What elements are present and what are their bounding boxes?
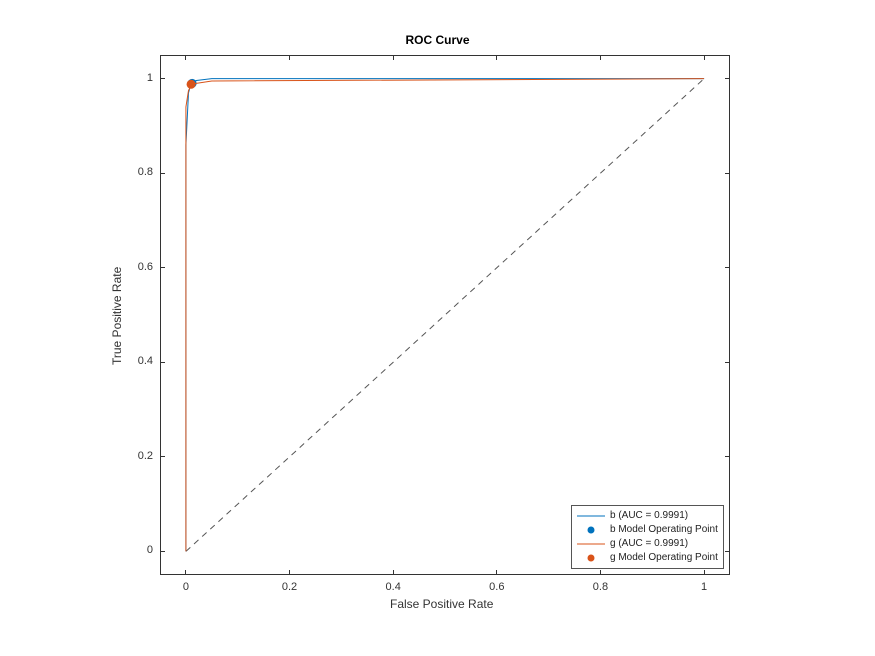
x-tick bbox=[393, 570, 394, 575]
x-tick-label: 0 bbox=[166, 581, 206, 593]
y-tick bbox=[160, 267, 165, 268]
legend: b (AUC = 0.9991)b Model Operating Pointg… bbox=[571, 505, 724, 569]
legend-entry: b (AUC = 0.9991) bbox=[577, 509, 718, 523]
plot-svg bbox=[0, 0, 875, 656]
x-tick-label: 1 bbox=[684, 581, 724, 593]
y-tick-right bbox=[725, 362, 730, 363]
legend-label: b Model Operating Point bbox=[610, 523, 718, 537]
y-tick bbox=[160, 362, 165, 363]
x-tick-top bbox=[600, 55, 601, 60]
y-tick-right bbox=[725, 267, 730, 268]
y-tick-label: 0.8 bbox=[115, 166, 153, 178]
figure: ROC Curve 00.20.40.60.8100.20.40.60.81 F… bbox=[0, 0, 875, 656]
legend-entry: b Model Operating Point bbox=[577, 523, 718, 537]
x-tick bbox=[289, 570, 290, 575]
x-tick-top bbox=[393, 55, 394, 60]
legend-entry: g Model Operating Point bbox=[577, 551, 718, 565]
y-tick bbox=[160, 173, 165, 174]
y-tick-right bbox=[725, 456, 730, 457]
x-tick-label: 0.4 bbox=[373, 581, 413, 593]
x-tick-label: 0.2 bbox=[270, 581, 310, 593]
y-tick-right bbox=[725, 173, 730, 174]
x-tick-label: 0.8 bbox=[580, 581, 620, 593]
y-tick bbox=[160, 551, 165, 552]
x-tick-top bbox=[289, 55, 290, 60]
x-tick bbox=[704, 570, 705, 575]
y-tick-label: 0 bbox=[115, 544, 153, 556]
y-tick-right bbox=[725, 78, 730, 79]
legend-line-icon bbox=[577, 509, 605, 523]
x-tick-label: 0.6 bbox=[477, 581, 517, 593]
legend-label: g (AUC = 0.9991) bbox=[610, 537, 688, 551]
y-tick-label: 1 bbox=[115, 72, 153, 84]
y-tick-label: 0.2 bbox=[115, 450, 153, 462]
x-tick bbox=[185, 570, 186, 575]
x-tick-top bbox=[185, 55, 186, 60]
x-tick bbox=[496, 570, 497, 575]
legend-marker-icon bbox=[577, 523, 605, 537]
x-tick bbox=[600, 570, 601, 575]
x-tick-top bbox=[496, 55, 497, 60]
legend-line-icon bbox=[577, 537, 605, 551]
y-axis-label: True Positive Rate bbox=[110, 267, 124, 365]
y-tick bbox=[160, 78, 165, 79]
y-tick bbox=[160, 456, 165, 457]
x-tick-top bbox=[704, 55, 705, 60]
legend-entry: g (AUC = 0.9991) bbox=[577, 537, 718, 551]
legend-label: g Model Operating Point bbox=[610, 551, 718, 565]
legend-label: b (AUC = 0.9991) bbox=[610, 509, 688, 523]
legend-marker-icon bbox=[577, 551, 605, 565]
x-axis-label: False Positive Rate bbox=[390, 597, 493, 611]
y-tick-right bbox=[725, 551, 730, 552]
